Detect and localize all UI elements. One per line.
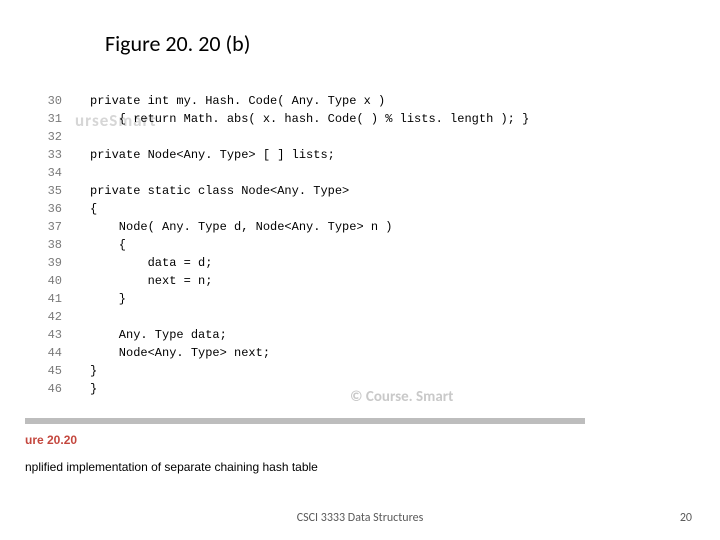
line-number: 43 <box>40 326 62 344</box>
line-number: 39 <box>40 254 62 272</box>
code-listing: 30 private int my. Hash. Code( Any. Type … <box>40 92 529 398</box>
code-line: 30 private int my. Hash. Code( Any. Type … <box>40 92 529 110</box>
code-text: { return Math. abs( x. hash. Code( ) % l… <box>90 110 529 128</box>
code-line: 32 <box>40 128 529 146</box>
code-line: 39 data = d; <box>40 254 529 272</box>
code-line: 44 Node<Any. Type> next; <box>40 344 529 362</box>
line-number: 45 <box>40 362 62 380</box>
line-number: 34 <box>40 164 62 182</box>
line-number: 36 <box>40 200 62 218</box>
code-text: { <box>90 236 126 254</box>
code-text: Node( Any. Type d, Node<Any. Type> n ) <box>90 218 392 236</box>
code-text: private int my. Hash. Code( Any. Type x … <box>90 92 385 110</box>
code-text: private Node<Any. Type> [ ] lists; <box>90 146 335 164</box>
code-line: 41 } <box>40 290 529 308</box>
code-line: 40 next = n; <box>40 272 529 290</box>
line-number: 46 <box>40 380 62 398</box>
divider-bar <box>25 418 585 424</box>
code-line: 37 Node( Any. Type d, Node<Any. Type> n … <box>40 218 529 236</box>
line-number: 41 <box>40 290 62 308</box>
slide-title: Figure 20. 20 (b) <box>105 30 250 57</box>
code-line: 36 { <box>40 200 529 218</box>
code-text: Node<Any. Type> next; <box>90 344 270 362</box>
line-number: 32 <box>40 128 62 146</box>
line-number: 38 <box>40 236 62 254</box>
code-text: data = d; <box>90 254 212 272</box>
code-text: } <box>90 380 97 398</box>
code-text: { <box>90 200 97 218</box>
code-text: private static class Node<Any. Type> <box>90 182 349 200</box>
code-text: } <box>90 290 126 308</box>
line-number: 33 <box>40 146 62 164</box>
code-line: 34 <box>40 164 529 182</box>
code-line: 33 private Node<Any. Type> [ ] lists; <box>40 146 529 164</box>
code-text: } <box>90 362 97 380</box>
code-line: 43 Any. Type data; <box>40 326 529 344</box>
footer-course: CSCI 3333 Data Structures <box>0 511 720 525</box>
line-number: 37 <box>40 218 62 236</box>
page-number: 20 <box>680 511 692 525</box>
code-line: 35 private static class Node<Any. Type> <box>40 182 529 200</box>
code-text: Any. Type data; <box>90 326 227 344</box>
line-number: 35 <box>40 182 62 200</box>
line-number: 30 <box>40 92 62 110</box>
code-line: 42 <box>40 308 529 326</box>
code-text: next = n; <box>90 272 212 290</box>
line-number: 31 <box>40 110 62 128</box>
line-number: 40 <box>40 272 62 290</box>
code-line: 38 { <box>40 236 529 254</box>
code-line: 46} <box>40 380 529 398</box>
figure-caption: nplified implementation of separate chai… <box>25 460 318 474</box>
line-number: 44 <box>40 344 62 362</box>
code-line: 45} <box>40 362 529 380</box>
figure-label: ure 20.20 <box>25 433 77 447</box>
watermark-right: © Course. Smart <box>350 388 453 406</box>
code-line: 31 { return Math. abs( x. hash. Code( ) … <box>40 110 529 128</box>
line-number: 42 <box>40 308 62 326</box>
